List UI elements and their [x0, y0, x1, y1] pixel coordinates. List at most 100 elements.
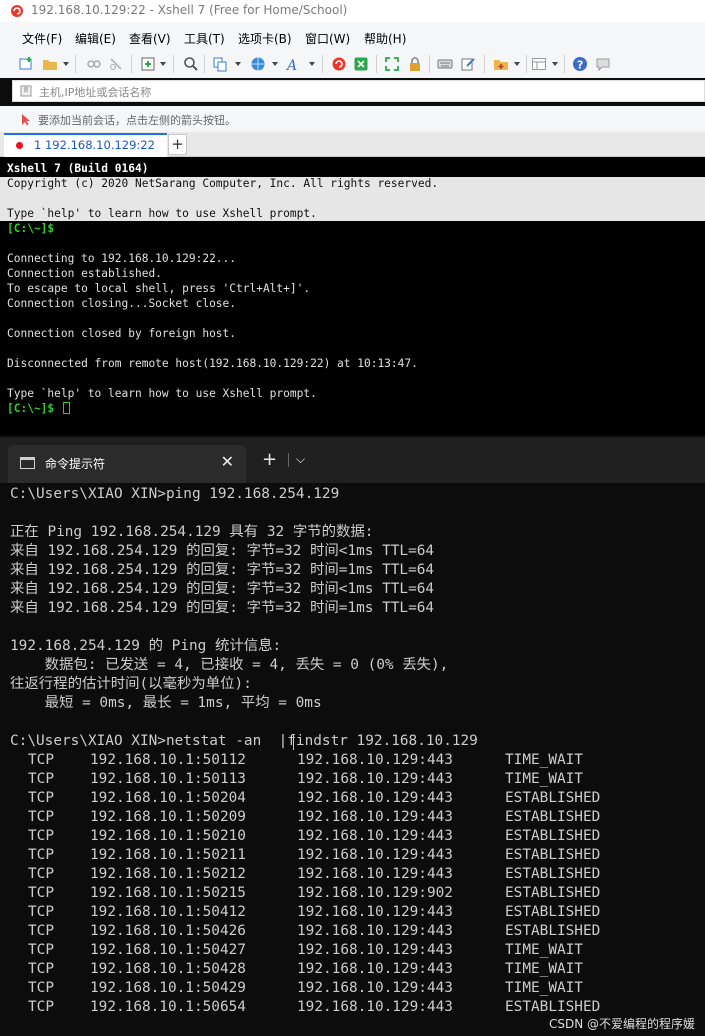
- netstat-proto-cell: TCP: [28, 752, 54, 768]
- cmd-tab-bar: 命令提示符 ✕ + ⌵: [0, 437, 705, 483]
- chevron-down-icon[interactable]: [235, 62, 241, 66]
- xshell-terminal[interactable]: Xshell 7 (Build 0164) Copyright (c) 2020…: [0, 157, 705, 435]
- netstat-local-cell: 192.168.10.1:50112: [90, 752, 246, 768]
- ping-reply: 来自 192.168.254.129 的回复: 字节=32 时间=1ms TTL…: [10, 600, 435, 616]
- tab-session-1[interactable]: 1 192.168.10.129:22: [4, 133, 167, 157]
- netstat-local-cell: 192.168.10.1:50428: [90, 961, 246, 977]
- netstat-state-cell: ESTABLISHED: [505, 809, 601, 825]
- layout-icon[interactable]: [531, 56, 547, 72]
- netstat-local-cell: 192.168.10.1:50426: [90, 923, 246, 939]
- chevron-down-icon[interactable]: [63, 62, 69, 66]
- watermark: CSDN @不爱编程的程序媛: [548, 1017, 695, 1031]
- netstat-local-cell: 192.168.10.1:50113: [90, 771, 246, 787]
- tab-divider: [288, 453, 289, 467]
- netstat-proto-cell: TCP: [28, 790, 54, 806]
- netstat-remote-cell: 192.168.10.129:443: [297, 942, 453, 958]
- netstat-remote-cell: 192.168.10.129:443: [297, 847, 453, 863]
- netstat-state-cell: TIME_WAIT: [505, 942, 583, 958]
- add-session-arrow-icon[interactable]: [20, 113, 33, 126]
- address-input[interactable]: 主机,IP地址或会话名称: [39, 84, 151, 100]
- menu-view[interactable]: 查看(V): [129, 30, 171, 47]
- font-icon[interactable]: A: [286, 56, 302, 72]
- netstat-local-cell: 192.168.10.1:50427: [90, 942, 246, 958]
- close-icon[interactable]: ✕: [221, 452, 234, 471]
- netstat-remote-cell: 192.168.10.129:443: [297, 790, 453, 806]
- ping-header: 正在 Ping 192.168.254.129 具有 32 字节的数据:: [10, 524, 374, 540]
- chat-icon[interactable]: [595, 56, 611, 72]
- netstat-state-cell: ESTABLISHED: [505, 885, 601, 901]
- globe-icon[interactable]: [250, 56, 266, 72]
- xftp-icon[interactable]: [353, 56, 369, 72]
- chevron-down-icon[interactable]: [272, 62, 278, 66]
- session-tab-bar: 1 192.168.10.129:22 +: [0, 132, 705, 157]
- netstat-remote-cell: 192.168.10.129:443: [297, 961, 453, 977]
- new-tab-button[interactable]: +: [262, 449, 277, 470]
- connecting-line: Connecting to 192.168.10.129:22...: [7, 252, 237, 265]
- unlink-icon[interactable]: [108, 56, 124, 72]
- menu-tabs[interactable]: 选项卡(B): [238, 30, 292, 47]
- netstat-state-cell: ESTABLISHED: [505, 923, 601, 939]
- chevron-down-icon[interactable]: [160, 62, 166, 66]
- ping-reply: 来自 192.168.254.129 的回复: 字节=32 时间=1ms TTL…: [10, 562, 435, 578]
- netstat-local-cell: 192.168.10.1:50210: [90, 828, 246, 844]
- netstat-state-cell: TIME_WAIT: [505, 752, 583, 768]
- help-icon[interactable]: ?: [572, 56, 588, 72]
- netstat-command: C:\Users\XIAO XIN>netstat -an |findstr 1…: [10, 733, 478, 749]
- ping-reply: 来自 192.168.254.129 的回复: 字节=32 时间<1ms TTL…: [10, 543, 435, 559]
- netstat-remote-cell: 192.168.10.129:443: [297, 904, 453, 920]
- menu-file[interactable]: 文件(F): [22, 30, 62, 47]
- address-bar[interactable]: 主机,IP地址或会话名称: [12, 80, 705, 102]
- menu-help[interactable]: 帮助(H): [364, 30, 406, 47]
- netstat-proto-cell: TCP: [28, 942, 54, 958]
- chevron-down-icon[interactable]: [552, 62, 558, 66]
- chevron-down-icon[interactable]: [309, 62, 315, 66]
- netstat-proto-cell: TCP: [28, 923, 54, 939]
- toolbar: A ?: [0, 50, 705, 78]
- menu-window[interactable]: 窗口(W): [305, 30, 350, 47]
- keyboard-icon[interactable]: [437, 56, 453, 72]
- netstat-remote-cell: 192.168.10.129:443: [297, 923, 453, 939]
- chevron-down-icon[interactable]: [514, 62, 520, 66]
- new-session-icon[interactable]: [18, 56, 34, 72]
- bookmark-icon[interactable]: [20, 85, 32, 97]
- open-folder-icon[interactable]: [42, 56, 58, 72]
- window-title: 192.168.10.129:22 - Xshell 7 (Free for H…: [31, 3, 348, 17]
- menu-tools[interactable]: 工具(T): [184, 30, 225, 47]
- netstat-remote-cell: 192.168.10.129:443: [297, 999, 453, 1015]
- prompt-line: [C:\~]$: [7, 222, 55, 235]
- netstat-local-cell: 192.168.10.1:50209: [90, 809, 246, 825]
- netstat-state-cell: TIME_WAIT: [505, 771, 583, 787]
- netstat-proto-cell: TCP: [28, 847, 54, 863]
- netstat-local-cell: 192.168.10.1:50215: [90, 885, 246, 901]
- netstat-local-cell: 192.168.10.1:50654: [90, 999, 246, 1015]
- help-line: Type `help' to learn how to use Xshell p…: [7, 387, 317, 400]
- netstat-remote-cell: 192.168.10.129:443: [297, 752, 453, 768]
- add-folder-icon[interactable]: [493, 56, 509, 72]
- fullscreen-icon[interactable]: [384, 56, 400, 72]
- compose-icon[interactable]: [460, 56, 476, 72]
- netstat-remote-cell: 192.168.10.129:443: [297, 771, 453, 787]
- xshell-icon[interactable]: [331, 56, 347, 72]
- help-line: Type `help' to learn how to use Xshell p…: [7, 207, 317, 220]
- netstat-state-cell: ESTABLISHED: [505, 790, 601, 806]
- netstat-proto-cell: TCP: [28, 809, 54, 825]
- cmd-window-icon: [20, 457, 35, 469]
- established-line: Connection established.: [7, 267, 162, 280]
- escape-line: To escape to local shell, press 'Ctrl+Al…: [7, 282, 311, 295]
- tab-cmd[interactable]: 命令提示符 ✕: [8, 445, 246, 483]
- chevron-down-icon[interactable]: ⌵: [296, 452, 305, 467]
- xshell-title-bar: 192.168.10.129:22 - Xshell 7 (Free for H…: [0, 0, 705, 22]
- netstat-local-cell: 192.168.10.1:50211: [90, 847, 246, 863]
- properties-icon[interactable]: [140, 56, 156, 72]
- svg-text:?: ?: [577, 59, 583, 72]
- search-icon[interactable]: [183, 56, 199, 72]
- session-status-dot: [16, 142, 23, 149]
- copy-icon[interactable]: [212, 56, 228, 72]
- menu-edit[interactable]: 编辑(E): [75, 30, 116, 47]
- new-tab-button[interactable]: +: [168, 134, 187, 155]
- rtt-header: 往返行程的估计时间(以毫秒为单位):: [10, 676, 252, 692]
- lock-icon[interactable]: [407, 56, 423, 72]
- link-icon[interactable]: [86, 56, 102, 72]
- hint-text: 要添加当前会话，点击左侧的箭头按钮。: [38, 114, 236, 127]
- tab-label: 命令提示符: [45, 457, 106, 471]
